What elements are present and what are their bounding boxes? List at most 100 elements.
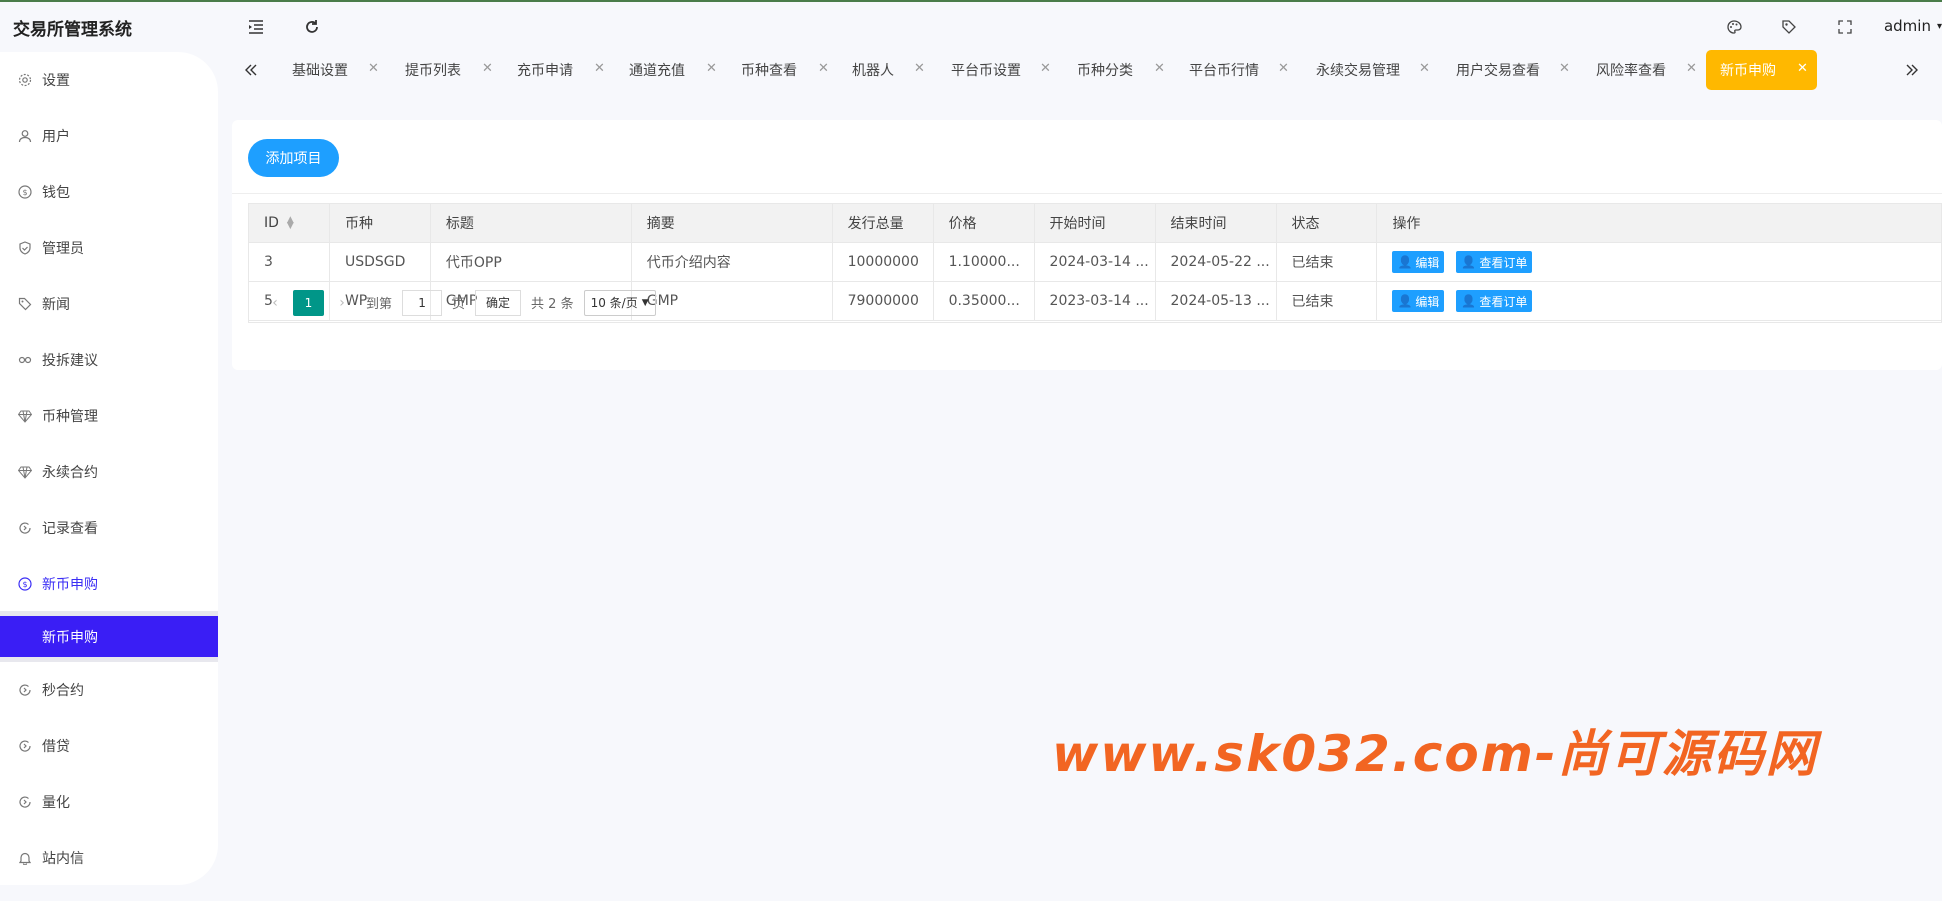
svg-text:$: $ — [22, 188, 27, 197]
goto-confirm-button[interactable]: 确定 — [475, 289, 522, 316]
close-icon[interactable]: ✕ — [1154, 61, 1165, 76]
sidebar-item-label: 记录查看 — [42, 521, 98, 537]
dollar-icon: $ — [17, 185, 32, 200]
tab-robot[interactable]: 机器人 ✕ — [852, 50, 925, 90]
tab-new-coin-subscribe[interactable]: 新币申购 ✕ — [1706, 50, 1817, 90]
content-card: 添加项目 ID ▲ ▼ 币种 标题 摘要 发行总量 价格 开始时间 结束时间 状态 … — [232, 120, 1942, 370]
sidebar-item-label: 用户 — [42, 129, 70, 145]
app-title: 交易所管理系统 — [13, 20, 132, 40]
close-icon[interactable]: ✕ — [1797, 61, 1808, 76]
close-icon[interactable]: ✕ — [482, 61, 493, 76]
close-icon[interactable]: ✕ — [818, 61, 829, 76]
sidebar-item-messages[interactable]: 站内信 — [0, 830, 218, 886]
close-icon[interactable]: ✕ — [1278, 61, 1289, 76]
sidebar-item-settings[interactable]: 设置 — [0, 52, 218, 108]
tag-icon — [17, 297, 32, 312]
sidebar-item-coin-management[interactable]: 币种管理 — [0, 388, 218, 444]
watermark: www.sk032.com-尚可源码网 — [1052, 725, 1818, 783]
tab-user-trade-view[interactable]: 用户交易查看 ✕ — [1456, 50, 1570, 90]
sidebar-item-second-contract[interactable]: 秒合约 — [0, 662, 218, 718]
user-icon: 👤 — [1397, 255, 1413, 269]
next-page-icon[interactable]: › — [330, 295, 354, 311]
sidebar-item-wallet[interactable]: $ 钱包 — [0, 164, 218, 220]
fullscreen-icon[interactable] — [1834, 16, 1856, 38]
close-icon[interactable]: ✕ — [706, 61, 717, 76]
tabs-prev-icon[interactable] — [241, 60, 261, 80]
user-icon: 👤 — [1461, 255, 1477, 269]
sidebar-item-new-coin[interactable]: $ 新币申购 — [0, 556, 218, 612]
col-end: 结束时间 — [1154, 203, 1277, 243]
cell-start: 2024-03-14 ... — [1033, 242, 1156, 282]
col-actions: 操作 — [1376, 203, 1942, 243]
top-bar: 交易所管理系统 admin ▾ — [0, 0, 1942, 52]
close-icon[interactable]: ✕ — [1686, 61, 1697, 76]
sidebar: 设置 用户 $ 钱包 管理员 新闻 投拆建议 币种管理 永续合约 记录查看 $ … — [0, 52, 218, 885]
cell-title: 代币OPP — [429, 242, 632, 282]
shield-icon — [17, 241, 32, 256]
col-supply: 发行总量 — [831, 203, 934, 243]
close-icon[interactable]: ✕ — [1559, 61, 1570, 76]
sidebar-subitem-new-coin-subscribe[interactable]: 新币申购 — [0, 616, 218, 657]
sidebar-item-users[interactable]: 用户 — [0, 108, 218, 164]
sidebar-item-label: 钱包 — [42, 185, 70, 201]
sidebar-item-loan[interactable]: 借贷 — [0, 718, 218, 774]
sidebar-item-perpetual[interactable]: 永续合约 — [0, 444, 218, 500]
status-badge: 已结束 — [1275, 242, 1378, 282]
submenu: 新币申购 — [0, 611, 218, 662]
cell-price: 1.10000... — [932, 242, 1035, 282]
palette-icon[interactable] — [1723, 16, 1745, 38]
sidebar-item-news[interactable]: 新闻 — [0, 276, 218, 332]
tab-coin-view[interactable]: 币种查看 ✕ — [741, 50, 829, 90]
cell-summary: 代币介绍内容 — [630, 242, 833, 282]
sort-icon[interactable]: ▲ ▼ — [287, 216, 294, 231]
sidebar-item-records[interactable]: 记录查看 — [0, 500, 218, 556]
divider — [232, 193, 1942, 194]
tab-platform-coin-settings[interactable]: 平台币设置 ✕ — [951, 50, 1051, 90]
circle-arrow-icon — [17, 739, 32, 754]
tab-platform-coin-market[interactable]: 平台币行情 ✕ — [1189, 50, 1289, 90]
cell-actions: 👤 编辑 👤 查看订单 — [1376, 242, 1942, 282]
tab-withdraw-list[interactable]: 提币列表 ✕ — [405, 50, 493, 90]
sidebar-item-label: 新币申购 — [42, 577, 98, 593]
menu-fold-icon[interactable] — [245, 16, 267, 38]
tab-perpetual-trade-management[interactable]: 永续交易管理 ✕ — [1316, 50, 1430, 90]
sidebar-item-label: 新闻 — [42, 297, 70, 313]
tab-risk-rate-view[interactable]: 风险率查看 ✕ — [1596, 50, 1697, 90]
prev-page-icon[interactable]: ‹ — [263, 295, 287, 311]
tab-bar: 基础设置 ✕ 提币列表 ✕ 充币申请 ✕ 通道充值 ✕ 币种查看 ✕ 机器人 ✕ 平台币设置… — [236, 50, 1942, 92]
col-start: 开始时间 — [1033, 203, 1156, 243]
tabs-next-icon[interactable] — [1902, 60, 1922, 80]
tab-deposit-apply[interactable]: 充币申请 ✕ — [517, 50, 605, 90]
sidebar-item-feedback[interactable]: 投拆建议 — [0, 332, 218, 388]
edit-button[interactable]: 👤 编辑 — [1392, 251, 1445, 273]
circle-arrow-icon — [17, 521, 32, 536]
close-icon[interactable]: ✕ — [368, 61, 379, 76]
view-orders-button[interactable]: 👤 查看订单 — [1456, 251, 1533, 273]
sidebar-item-quant[interactable]: 量化 — [0, 774, 218, 830]
sidebar-item-label: 借贷 — [42, 739, 70, 755]
svg-text:$: $ — [22, 580, 27, 589]
page-current[interactable]: 1 — [293, 289, 324, 316]
cell-coin: USDSGD — [328, 242, 431, 282]
sidebar-item-admins[interactable]: 管理员 — [0, 220, 218, 276]
close-icon[interactable]: ✕ — [1419, 61, 1430, 76]
goto-label: 到第 — [366, 297, 393, 312]
tab-coin-category[interactable]: 币种分类 ✕ — [1077, 50, 1165, 90]
close-icon[interactable]: ✕ — [914, 61, 925, 76]
col-id[interactable]: ID ▲ ▼ — [248, 203, 330, 243]
add-project-button[interactable]: 添加项目 — [248, 139, 339, 177]
refresh-icon[interactable] — [301, 16, 323, 38]
close-icon[interactable]: ✕ — [594, 61, 605, 76]
goto-page-input[interactable]: 1 — [402, 289, 443, 316]
user-menu[interactable]: admin ▾ — [1884, 17, 1942, 35]
tab-basic-settings[interactable]: 基础设置 ✕ — [292, 50, 379, 90]
close-icon[interactable]: ✕ — [1040, 61, 1051, 76]
tag-icon[interactable] — [1778, 16, 1800, 38]
sidebar-item-label: 量化 — [42, 795, 70, 811]
chevron-down-icon: ▾ — [1936, 20, 1942, 32]
sidebar-item-label: 站内信 — [42, 851, 84, 867]
tab-channel-recharge[interactable]: 通道充值 ✕ — [629, 50, 717, 90]
col-summary: 摘要 — [630, 203, 833, 243]
page-size-select[interactable]: 10 条/页 ▼ — [583, 289, 656, 316]
circle-arrow-icon — [17, 683, 32, 698]
